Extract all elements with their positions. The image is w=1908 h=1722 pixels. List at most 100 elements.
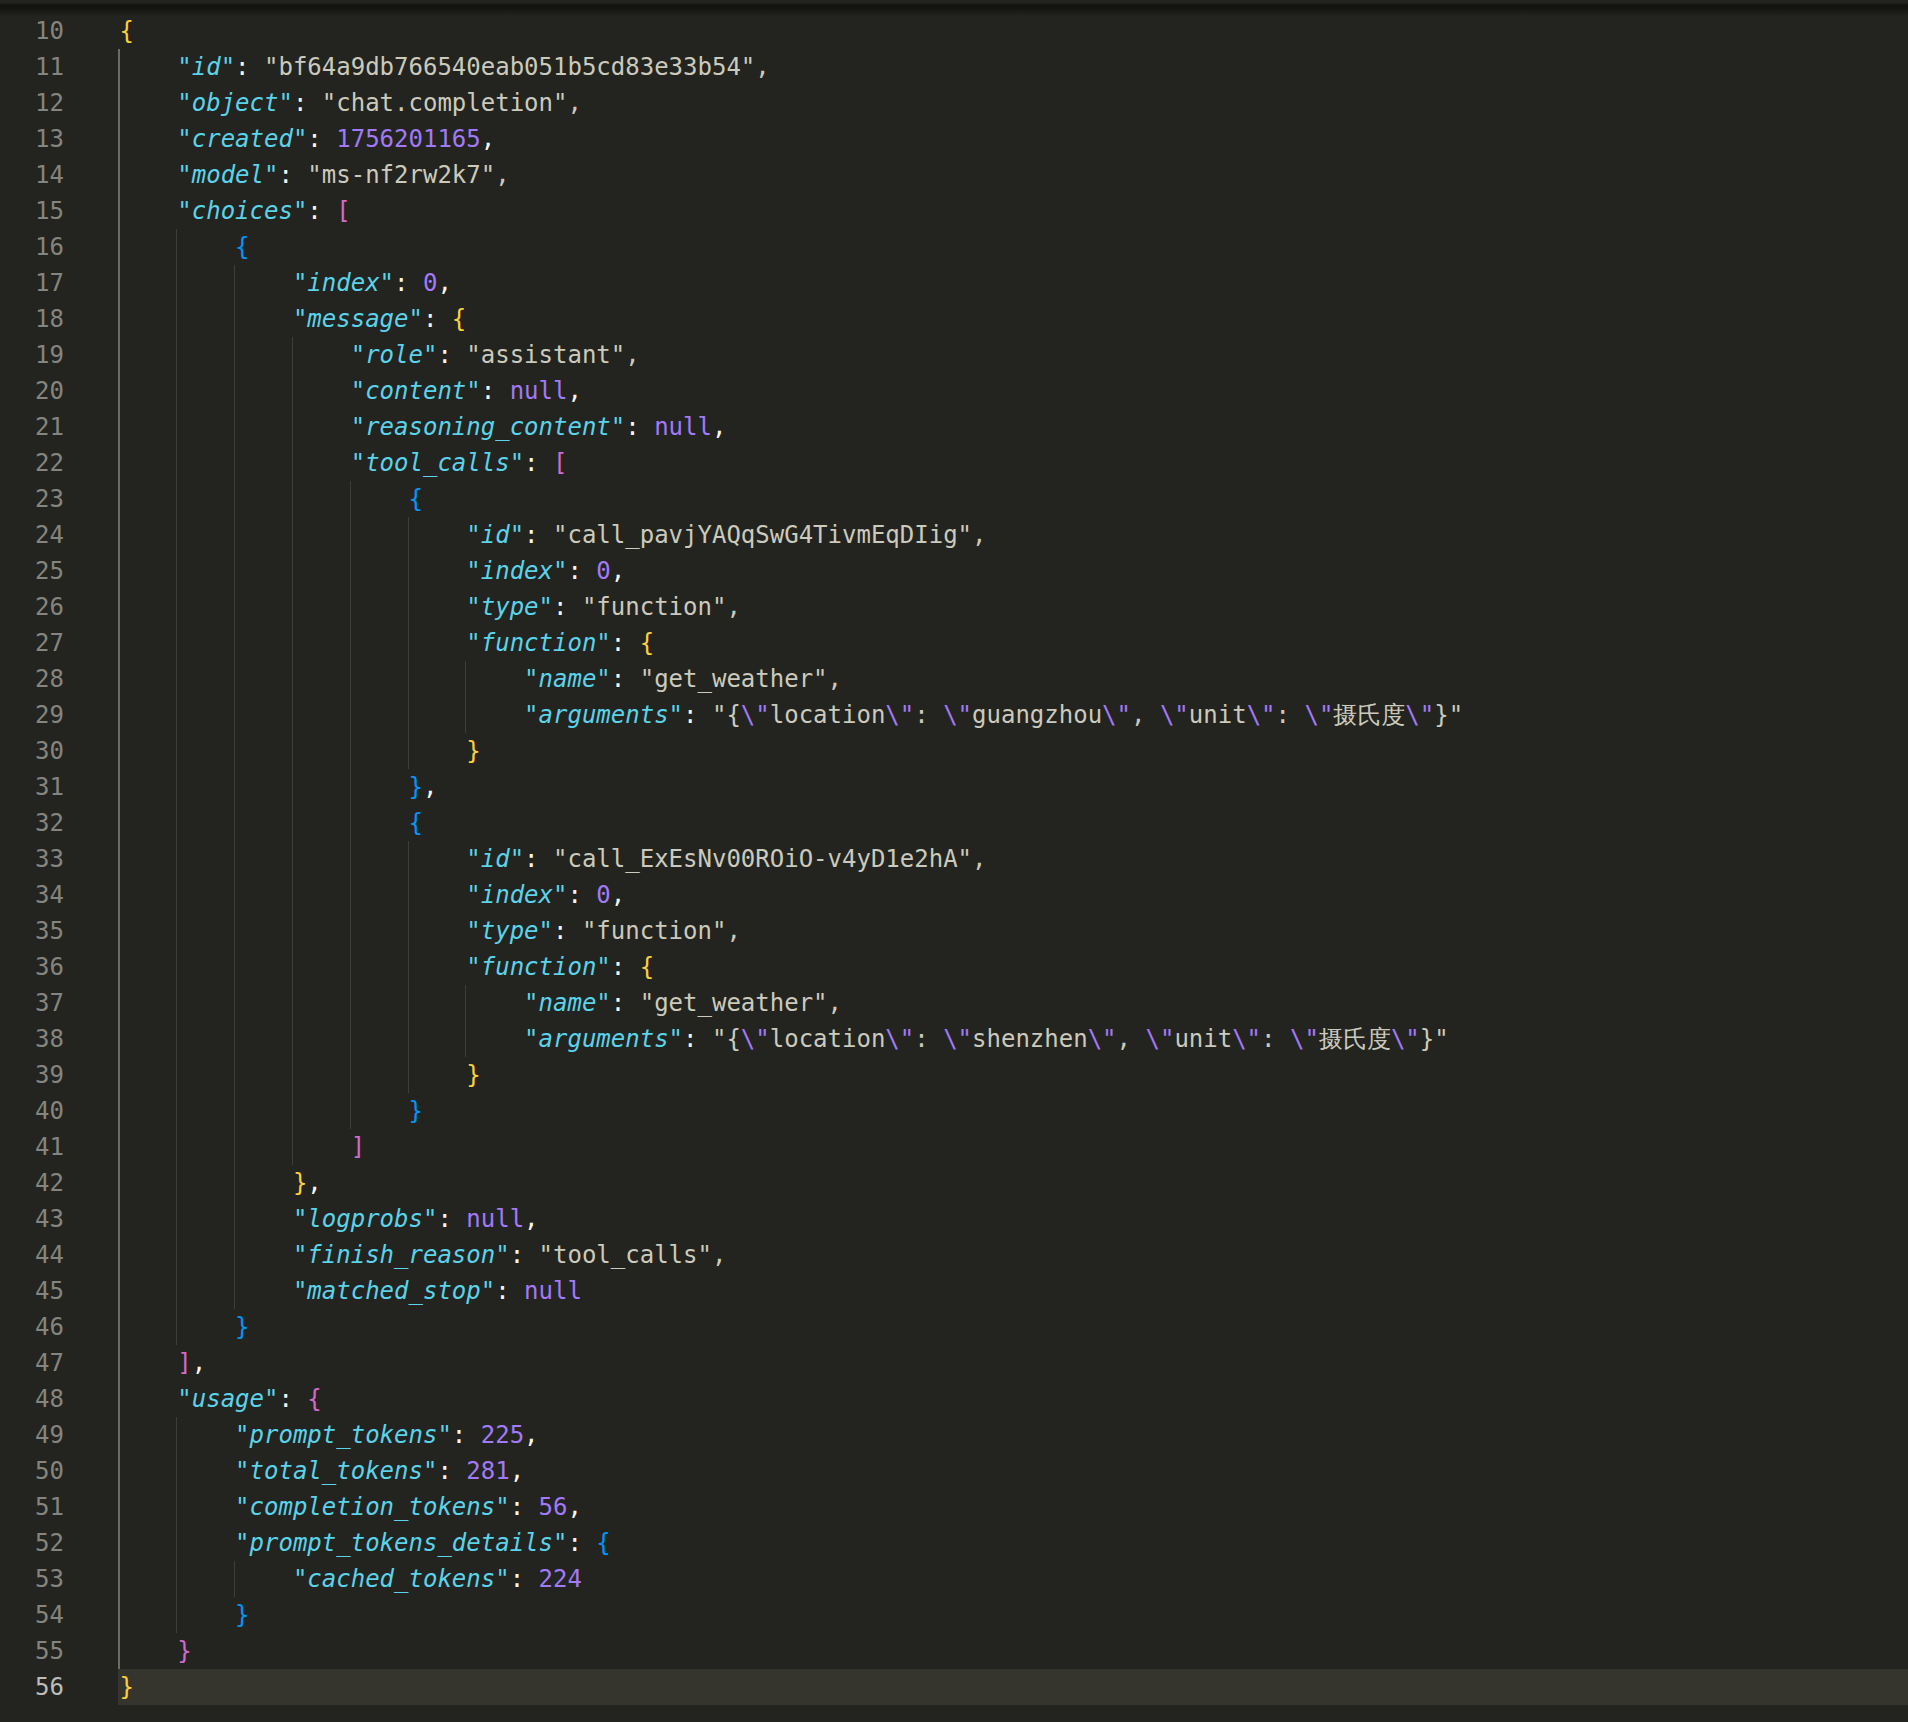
- code-text[interactable]: "choices": [: [120, 193, 351, 229]
- line-number[interactable]: 52: [0, 1525, 64, 1561]
- code-line[interactable]: 33 "id": "call_ExEsNv00ROiO-v4yD1e2hA",: [0, 841, 1908, 877]
- line-number[interactable]: 22: [0, 445, 64, 481]
- code-text[interactable]: "finish_reason": "tool_calls",: [120, 1237, 727, 1273]
- code-text[interactable]: "id": "bf64a9db766540eab051b5cd83e33b54"…: [120, 49, 770, 85]
- code-line[interactable]: 35 "type": "function",: [0, 913, 1908, 949]
- code-line[interactable]: 44 "finish_reason": "tool_calls",: [0, 1237, 1908, 1273]
- code-text[interactable]: "role": "assistant",: [120, 337, 640, 373]
- code-line[interactable]: 19 "role": "assistant",: [0, 337, 1908, 373]
- line-number[interactable]: 19: [0, 337, 64, 373]
- code-text[interactable]: "object": "chat.completion",: [120, 85, 582, 121]
- line-number[interactable]: 12: [0, 85, 64, 121]
- code-text[interactable]: "id": "call_pavjYAQqSwG4TivmEqDIig",: [120, 517, 987, 553]
- line-number[interactable]: 36: [0, 949, 64, 985]
- code-line[interactable]: 51 "completion_tokens": 56,: [0, 1489, 1908, 1525]
- line-number[interactable]: 24: [0, 517, 64, 553]
- code-text[interactable]: {: [120, 481, 423, 517]
- code-text[interactable]: }: [120, 1597, 250, 1633]
- code-line[interactable]: 17 "index": 0,: [0, 265, 1908, 301]
- code-text[interactable]: "created": 1756201165,: [120, 121, 496, 157]
- line-number[interactable]: 34: [0, 877, 64, 913]
- code-text[interactable]: ]: [120, 1129, 366, 1165]
- code-line[interactable]: 13 "created": 1756201165,: [0, 121, 1908, 157]
- code-line[interactable]: 52 "prompt_tokens_details": {: [0, 1525, 1908, 1561]
- line-number[interactable]: 11: [0, 49, 64, 85]
- line-number[interactable]: 49: [0, 1417, 64, 1453]
- code-text[interactable]: "arguments": "{\"location\": \"guangzhou…: [120, 697, 1464, 733]
- line-number[interactable]: 26: [0, 589, 64, 625]
- line-number[interactable]: 41: [0, 1129, 64, 1165]
- code-line[interactable]: 15 "choices": [: [0, 193, 1908, 229]
- code-line[interactable]: 29 "arguments": "{\"location\": \"guangz…: [0, 697, 1908, 733]
- code-text[interactable]: "id": "call_ExEsNv00ROiO-v4yD1e2hA",: [120, 841, 987, 877]
- line-number[interactable]: 37: [0, 985, 64, 1021]
- line-number[interactable]: 25: [0, 553, 64, 589]
- code-text[interactable]: {: [120, 229, 250, 265]
- code-line[interactable]: 54 }: [0, 1597, 1908, 1633]
- line-number[interactable]: 44: [0, 1237, 64, 1273]
- line-number[interactable]: 16: [0, 229, 64, 265]
- code-text[interactable]: }: [120, 733, 481, 769]
- code-text[interactable]: "type": "function",: [120, 589, 741, 625]
- line-number[interactable]: 46: [0, 1309, 64, 1345]
- line-number[interactable]: 10: [0, 13, 64, 49]
- code-line[interactable]: 36 "function": {: [0, 949, 1908, 985]
- code-line[interactable]: 41 ]: [0, 1129, 1908, 1165]
- code-line[interactable]: 25 "index": 0,: [0, 553, 1908, 589]
- code-line[interactable]: 27 "function": {: [0, 625, 1908, 661]
- code-text[interactable]: }: [120, 1309, 250, 1345]
- code-line[interactable]: 39 }: [0, 1057, 1908, 1093]
- code-line[interactable]: 49 "prompt_tokens": 225,: [0, 1417, 1908, 1453]
- code-line[interactable]: 18 "message": {: [0, 301, 1908, 337]
- code-line[interactable]: 21 "reasoning_content": null,: [0, 409, 1908, 445]
- code-line[interactable]: 10{: [0, 13, 1908, 49]
- line-number[interactable]: 23: [0, 481, 64, 517]
- code-text[interactable]: "arguments": "{\"location\": \"shenzhen\…: [120, 1021, 1449, 1057]
- line-number[interactable]: 29: [0, 697, 64, 733]
- code-text[interactable]: "name": "get_weather",: [120, 985, 842, 1021]
- code-line[interactable]: 22 "tool_calls": [: [0, 445, 1908, 481]
- code-line[interactable]: 38 "arguments": "{\"location\": \"shenzh…: [0, 1021, 1908, 1057]
- code-line[interactable]: 43 "logprobs": null,: [0, 1201, 1908, 1237]
- code-line[interactable]: 20 "content": null,: [0, 373, 1908, 409]
- line-number[interactable]: 40: [0, 1093, 64, 1129]
- code-text[interactable]: }: [120, 1669, 134, 1705]
- code-line[interactable]: 14 "model": "ms-nf2rw2k7",: [0, 157, 1908, 193]
- code-line[interactable]: 42 },: [0, 1165, 1908, 1201]
- code-text[interactable]: "total_tokens": 281,: [120, 1453, 525, 1489]
- line-number[interactable]: 15: [0, 193, 64, 229]
- line-number[interactable]: 55: [0, 1633, 64, 1669]
- code-text[interactable]: }: [120, 1057, 481, 1093]
- code-text[interactable]: "reasoning_content": null,: [120, 409, 727, 445]
- code-text[interactable]: "index": 0,: [120, 877, 626, 913]
- code-text[interactable]: },: [120, 1165, 322, 1201]
- code-text[interactable]: "cached_tokens": 224: [120, 1561, 582, 1597]
- code-text[interactable]: "index": 0,: [120, 553, 626, 589]
- line-number[interactable]: 56: [0, 1669, 64, 1705]
- line-number[interactable]: 17: [0, 265, 64, 301]
- code-line[interactable]: 53 "cached_tokens": 224: [0, 1561, 1908, 1597]
- line-number[interactable]: 50: [0, 1453, 64, 1489]
- code-line[interactable]: 11 "id": "bf64a9db766540eab051b5cd83e33b…: [0, 49, 1908, 85]
- line-number[interactable]: 42: [0, 1165, 64, 1201]
- code-text[interactable]: }: [120, 1093, 423, 1129]
- code-text[interactable]: "logprobs": null,: [120, 1201, 539, 1237]
- code-text[interactable]: "name": "get_weather",: [120, 661, 842, 697]
- code-text[interactable]: "type": "function",: [120, 913, 741, 949]
- line-number[interactable]: 31: [0, 769, 64, 805]
- code-text[interactable]: "usage": {: [120, 1381, 322, 1417]
- line-number[interactable]: 13: [0, 121, 64, 157]
- code-text[interactable]: "prompt_tokens": 225,: [120, 1417, 539, 1453]
- code-line[interactable]: 26 "type": "function",: [0, 589, 1908, 625]
- code-line[interactable]: 24 "id": "call_pavjYAQqSwG4TivmEqDIig",: [0, 517, 1908, 553]
- code-text[interactable]: "completion_tokens": 56,: [120, 1489, 582, 1525]
- line-number[interactable]: 33: [0, 841, 64, 877]
- code-text[interactable]: "message": {: [120, 301, 467, 337]
- code-line[interactable]: 56}: [0, 1669, 1908, 1705]
- line-number[interactable]: 47: [0, 1345, 64, 1381]
- code-text[interactable]: {: [120, 805, 423, 841]
- code-text[interactable]: "matched_stop": null: [120, 1273, 582, 1309]
- code-text[interactable]: }: [120, 1633, 192, 1669]
- code-text[interactable]: "function": {: [120, 949, 655, 985]
- code-line[interactable]: 31 },: [0, 769, 1908, 805]
